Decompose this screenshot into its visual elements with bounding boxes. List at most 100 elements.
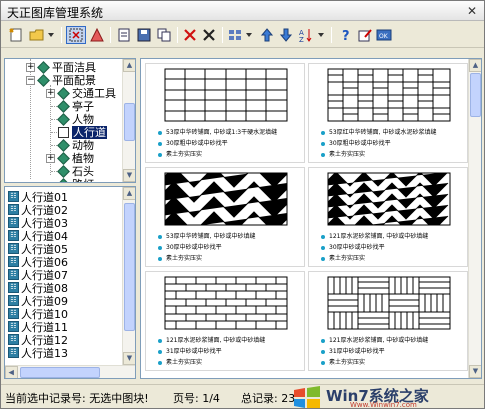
preview-caption: 素土夯实压实 <box>166 151 203 158</box>
block-icon: ☷ <box>8 347 19 358</box>
move-up-icon[interactable] <box>258 26 276 44</box>
windows-logo-icon <box>294 386 320 408</box>
bullet-icon <box>158 256 162 261</box>
copy-icon[interactable] <box>155 26 173 44</box>
delete-all-icon[interactable] <box>200 26 218 44</box>
expand-toggle[interactable]: + <box>46 154 55 163</box>
expand-toggle[interactable]: + <box>46 89 55 98</box>
preview-scrollbar[interactable]: ▲ ▼ <box>468 59 481 378</box>
parquet-pattern <box>327 276 451 330</box>
preview-caption: 30厚粗中砂或中砂找平 <box>329 140 391 147</box>
tree-item[interactable]: 平面配景 <box>52 74 96 87</box>
block-icon: ☷ <box>8 230 19 241</box>
open-dropdown-icon[interactable] <box>46 26 56 44</box>
scroll-down-icon[interactable]: ▼ <box>469 365 481 378</box>
tree-item[interactable]: 路灯 <box>72 178 94 182</box>
preview-caption: 30厚中砂或中砂找平 <box>329 244 385 251</box>
tree-item[interactable]: 石头 <box>72 165 94 178</box>
preview-caption: 121厚水泥砂浆铺面, 中砂或中砂填缝 <box>329 337 429 344</box>
block-icon: ☷ <box>8 321 19 332</box>
move-down-icon[interactable] <box>277 26 295 44</box>
preview-cell[interactable]: 53厚红中华砖铺面, 中砂或水泥砂浆填缝 30厚粗中砂或中砂找平 素土夯实压实 <box>308 63 468 163</box>
scroll-thumb[interactable] <box>20 367 100 378</box>
scroll-left-icon[interactable]: ▲ <box>5 366 18 378</box>
select-all-icon[interactable] <box>66 26 86 44</box>
save-icon[interactable] <box>135 26 153 44</box>
preview-caption: 53厚中华砖铺面, 中砂或中砂填缝 <box>166 233 256 240</box>
tree-item[interactable]: 平面洁具 <box>52 61 96 74</box>
herringbone-pattern <box>164 172 288 226</box>
bullet-icon <box>321 256 325 261</box>
tree-item[interactable]: 交通工具 <box>72 87 116 100</box>
block-icon: ☷ <box>8 295 19 306</box>
category-icon <box>57 113 70 126</box>
close-button[interactable]: ✕ <box>465 4 479 18</box>
edit-icon[interactable] <box>356 26 374 44</box>
status-total: 总记录: 23 <box>241 392 296 405</box>
preview-cell[interactable]: 121厚水泥砂浆铺面, 中砂或中砂填缝 30厚中砂或中砂找平 素土夯实压实 <box>308 167 468 267</box>
sort-icon[interactable]: AZ <box>297 26 315 44</box>
list-scrollbar[interactable]: ▲ ▼ <box>122 187 135 365</box>
fill-icon[interactable] <box>88 26 106 44</box>
preview-caption: 121厚水泥砂浆铺面, 中砂或中砂填缝 <box>166 337 266 344</box>
view-mode-icon[interactable] <box>226 26 244 44</box>
tree-item[interactable]: 动物 <box>72 139 94 152</box>
preview-caption: 素土夯实压实 <box>329 359 366 366</box>
open-folder-icon[interactable] <box>28 26 46 44</box>
preview-pane: 53厚中华砖铺面, 中砂或1:3干硬水泥填缝 30厚粗中砂或中砂找平 素土夯实压… <box>140 58 482 379</box>
ok-icon[interactable]: OK <box>375 26 393 44</box>
bullet-icon <box>158 349 162 354</box>
bullet-icon <box>158 234 162 239</box>
scroll-down-icon[interactable]: ▼ <box>123 352 135 365</box>
diagonal-herringbone-pattern <box>327 172 451 226</box>
stretcher-bond-pattern <box>164 276 288 330</box>
preview-cell[interactable]: 53厚中华砖铺面, 中砂或中砂填缝 30厚中砂或中砂找平 素土夯实压实 <box>145 167 305 267</box>
preview-cell[interactable]: 53厚中华砖铺面, 中砂或1:3干硬水泥填缝 30厚粗中砂或中砂找平 素土夯实压… <box>145 63 305 163</box>
view-dropdown-icon[interactable] <box>244 26 254 44</box>
new-file-icon[interactable] <box>7 26 25 44</box>
category-icon <box>37 74 50 87</box>
block-icon: ☷ <box>8 191 19 202</box>
scroll-thumb[interactable] <box>124 103 135 141</box>
bullet-icon <box>321 234 325 239</box>
toolbar: AZ ? OK <box>1 22 484 48</box>
help-icon[interactable]: ? <box>337 26 355 44</box>
collapse-toggle[interactable]: − <box>26 76 35 85</box>
bullet-icon <box>321 245 325 250</box>
open-book-icon <box>58 127 69 138</box>
watermark-logo: Win7系统之家 Www.Winwin7.com <box>290 385 480 409</box>
preview-caption: 31厚中砂或中砂找平 <box>166 348 222 355</box>
bullet-icon <box>158 245 162 250</box>
preview-cell[interactable]: 121厚水泥砂浆铺面, 中砂或中砂填缝 31厚中砂或中砂找平 素土夯实压实 <box>308 271 468 371</box>
scroll-up-icon[interactable]: ▲ <box>469 59 481 72</box>
sort-dropdown-icon[interactable] <box>316 26 326 44</box>
bullet-icon <box>158 360 162 365</box>
bullet-icon <box>158 338 162 343</box>
category-icon <box>57 178 70 182</box>
tree-item[interactable]: 植物 <box>72 152 94 165</box>
bullet-icon <box>321 360 325 365</box>
tree-scrollbar[interactable]: ▲ ▼ <box>122 59 135 182</box>
category-tree: + 平面洁具 − 平面配景 + 交通工具 亭子 人物 人行道 动物 + 植物 石… <box>4 58 136 183</box>
category-icon <box>37 61 50 74</box>
tree-item[interactable]: 人物 <box>72 113 94 126</box>
scroll-up-icon[interactable]: ▲ <box>123 59 135 72</box>
tree-item[interactable]: 亭子 <box>72 100 94 113</box>
tree-item-selected[interactable]: 人行道 <box>72 126 107 139</box>
scroll-up-icon[interactable]: ▲ <box>123 187 135 200</box>
app-window: 天正图库管理系统 ✕ A Z ? OK + 平面洁具 − 平面配景 + 交通工具… <box>0 0 485 409</box>
scroll-thumb[interactable] <box>124 203 135 331</box>
list-item[interactable]: ☷ 人行道13 <box>8 346 68 360</box>
block-icon: ☷ <box>8 282 19 293</box>
list-hscrollbar[interactable]: ▲ <box>5 365 135 378</box>
bullet-icon <box>321 141 325 146</box>
bullet-icon <box>321 338 325 343</box>
expand-toggle[interactable]: + <box>26 63 35 72</box>
block-icon: ☷ <box>8 308 19 319</box>
page-icon[interactable] <box>115 26 133 44</box>
preview-cell[interactable]: 121厚水泥砂浆铺面, 中砂或中砂填缝 31厚中砂或中砂找平 素土夯实压实 <box>145 271 305 371</box>
scroll-down-icon[interactable]: ▼ <box>123 169 135 182</box>
scroll-thumb[interactable] <box>470 73 481 117</box>
block-icon: ☷ <box>8 217 19 228</box>
delete-icon[interactable] <box>181 26 199 44</box>
